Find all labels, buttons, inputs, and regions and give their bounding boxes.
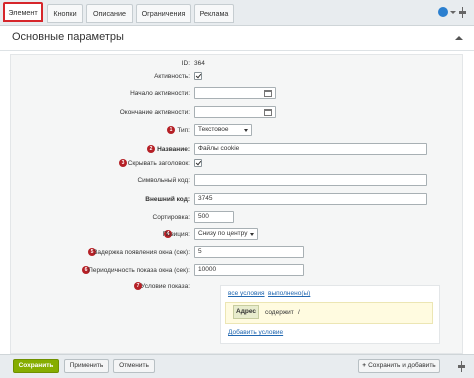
tab-buttons[interactable]: Кнопки xyxy=(47,4,83,23)
id-label: ID: xyxy=(181,60,190,67)
pin-icon[interactable] xyxy=(459,7,466,18)
period-value: 10000 xyxy=(198,266,217,273)
symbolic-code-label: Символьный код: xyxy=(137,177,190,184)
tab-restrictions[interactable]: Ограничения xyxy=(136,4,191,23)
external-code-label: Внешний код: xyxy=(145,196,190,203)
tab-label: Элемент xyxy=(8,7,38,17)
save-and-add-label: Сохранить и добавить xyxy=(368,362,436,369)
name-label: Название: xyxy=(157,146,190,153)
section-title: Основные параметры xyxy=(12,31,124,43)
tab-description[interactable]: Описание xyxy=(86,4,133,23)
type-select[interactable]: Текстовое xyxy=(194,124,252,136)
position-select[interactable]: Снизу по центру xyxy=(194,228,258,240)
fulfilled-link[interactable]: выполнено(ы) xyxy=(268,290,310,297)
all-conditions-link[interactable]: все условия xyxy=(228,290,265,297)
apply-button[interactable]: Применить xyxy=(64,359,109,373)
save-and-add-button[interactable]: + Сохранить и добавить xyxy=(358,359,440,373)
active-checkbox[interactable] xyxy=(194,72,202,80)
pin-icon[interactable] xyxy=(458,361,465,372)
type-selected: Текстовое xyxy=(198,126,229,133)
delay-value: 5 xyxy=(198,248,202,255)
delay-label: Задержка появления окна (сек): xyxy=(93,249,190,256)
condition-value[interactable]: / xyxy=(298,309,300,316)
start-label: Начало активности: xyxy=(130,90,190,97)
tab-advertising[interactable]: Реклама xyxy=(194,4,234,23)
external-code-value: 3745 xyxy=(198,195,213,202)
start-date-field[interactable] xyxy=(194,87,276,99)
step-badge: 3 xyxy=(119,159,127,167)
sort-value: 500 xyxy=(198,213,209,220)
tab-bar: Элемент Кнопки Описание Ограничения Рекл… xyxy=(0,0,474,26)
collapse-icon[interactable] xyxy=(455,36,463,40)
symbolic-code-field[interactable] xyxy=(194,174,427,186)
end-label: Окончание активности: xyxy=(119,109,190,116)
chevron-down-icon xyxy=(250,233,254,236)
hide-title-label: Скрывать заголовок: xyxy=(127,160,190,167)
tab-label: Реклама xyxy=(199,9,229,18)
tab-label: Кнопки xyxy=(53,9,77,18)
chevron-down-icon xyxy=(244,129,248,132)
save-button[interactable]: Сохранить xyxy=(13,359,59,373)
divider xyxy=(0,50,474,51)
sort-field[interactable]: 500 xyxy=(194,211,234,223)
hide-title-checkbox[interactable] xyxy=(194,159,202,167)
add-condition-link[interactable]: Добавить условие xyxy=(228,329,283,336)
name-field[interactable]: Файлы cookie xyxy=(194,143,427,155)
delay-field[interactable]: 5 xyxy=(194,246,304,258)
gear-icon[interactable] xyxy=(438,7,448,17)
tab-label: Ограничения xyxy=(141,9,186,18)
period-field[interactable]: 10000 xyxy=(194,264,304,276)
cancel-button[interactable]: Отменить xyxy=(113,359,155,373)
position-label: Позиция: xyxy=(162,231,190,238)
tab-element[interactable]: Элемент xyxy=(3,2,43,22)
step-badge: 2 xyxy=(147,145,155,153)
calendar-icon[interactable] xyxy=(264,90,272,97)
chevron-down-icon[interactable] xyxy=(450,11,456,14)
condition-label: Условие показа: xyxy=(141,283,190,290)
active-label: Активность: xyxy=(154,73,190,80)
plus-icon: + xyxy=(362,362,367,369)
step-badge: 1 xyxy=(167,126,175,134)
tab-label: Описание xyxy=(92,9,127,18)
end-date-field[interactable] xyxy=(194,106,276,118)
id-value: 364 xyxy=(194,60,205,67)
type-label: Тип: xyxy=(177,127,190,134)
position-selected: Снизу по центру xyxy=(198,230,248,237)
period-label: Периодичность показа окна (сек): xyxy=(88,267,190,274)
calendar-icon[interactable] xyxy=(264,109,272,116)
name-value: Файлы cookie xyxy=(198,145,240,152)
external-code-field[interactable]: 3745 xyxy=(194,193,427,205)
sort-label: Сортировка: xyxy=(152,214,190,221)
condition-operator[interactable]: содержит xyxy=(265,309,294,316)
condition-field-label[interactable]: Адрес xyxy=(233,305,259,319)
